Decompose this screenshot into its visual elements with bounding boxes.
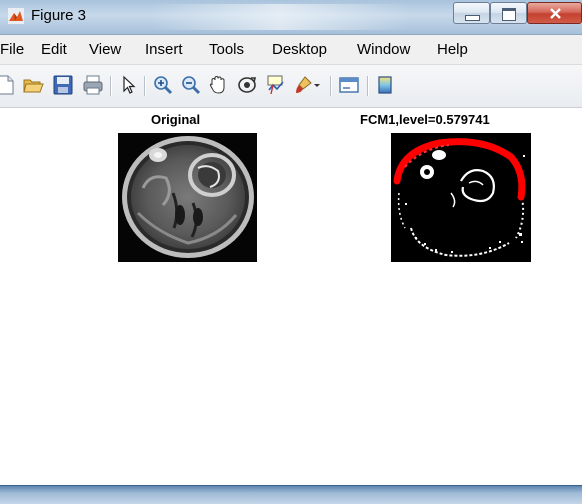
open-file-icon[interactable]: [22, 74, 44, 96]
select-pointer-icon[interactable]: [118, 74, 140, 96]
menu-bar: File Edit View Insert Tools Desktop Wind…: [0, 35, 582, 65]
matlab-icon[interactable]: [8, 8, 24, 24]
toolbar-separator: [367, 76, 369, 96]
original-mri-image[interactable]: [118, 133, 257, 262]
toolbar-separator: [330, 76, 332, 96]
new-figure-icon[interactable]: [0, 74, 16, 96]
toolbar-separator: [144, 76, 146, 96]
close-icon: [550, 8, 561, 19]
save-icon[interactable]: [52, 74, 74, 96]
maximize-icon: [502, 8, 516, 21]
dropdown-arrow-icon[interactable]: [311, 74, 323, 96]
data-cursor-icon[interactable]: [264, 74, 286, 96]
menu-view[interactable]: View: [89, 41, 121, 58]
menu-file[interactable]: File: [0, 41, 24, 58]
zoom-out-icon[interactable]: [180, 74, 202, 96]
close-button[interactable]: [527, 2, 582, 24]
menu-tools[interactable]: Tools: [209, 41, 244, 58]
link-plot-icon[interactable]: [338, 74, 360, 96]
maximize-button[interactable]: [490, 2, 527, 24]
toolbar-separator: [110, 76, 112, 96]
zoom-in-icon[interactable]: [152, 74, 174, 96]
title-bar-sheen: [150, 4, 410, 30]
rotate-3d-icon[interactable]: [236, 74, 258, 96]
menu-insert[interactable]: Insert: [145, 41, 183, 58]
minimize-icon: [465, 15, 480, 21]
colorbar-icon[interactable]: [374, 74, 396, 96]
title-bar[interactable]: Figure 3: [0, 0, 582, 35]
figure-toolbar: [0, 65, 582, 108]
window-bottom-bar: [0, 485, 582, 504]
menu-edit[interactable]: Edit: [41, 41, 67, 58]
menu-desktop[interactable]: Desktop: [272, 41, 327, 58]
axes-title-fcm: FCM1,level=0.579741: [360, 112, 490, 127]
minimize-button[interactable]: [453, 2, 490, 24]
fcm-segmentation-image[interactable]: [391, 133, 531, 262]
window-title: Figure 3: [31, 7, 87, 24]
axes-title-original: Original: [151, 112, 201, 127]
menu-help[interactable]: Help: [437, 41, 468, 58]
menu-window[interactable]: Window: [357, 41, 410, 58]
print-icon[interactable]: [82, 74, 104, 96]
pan-hand-icon[interactable]: [207, 74, 229, 96]
